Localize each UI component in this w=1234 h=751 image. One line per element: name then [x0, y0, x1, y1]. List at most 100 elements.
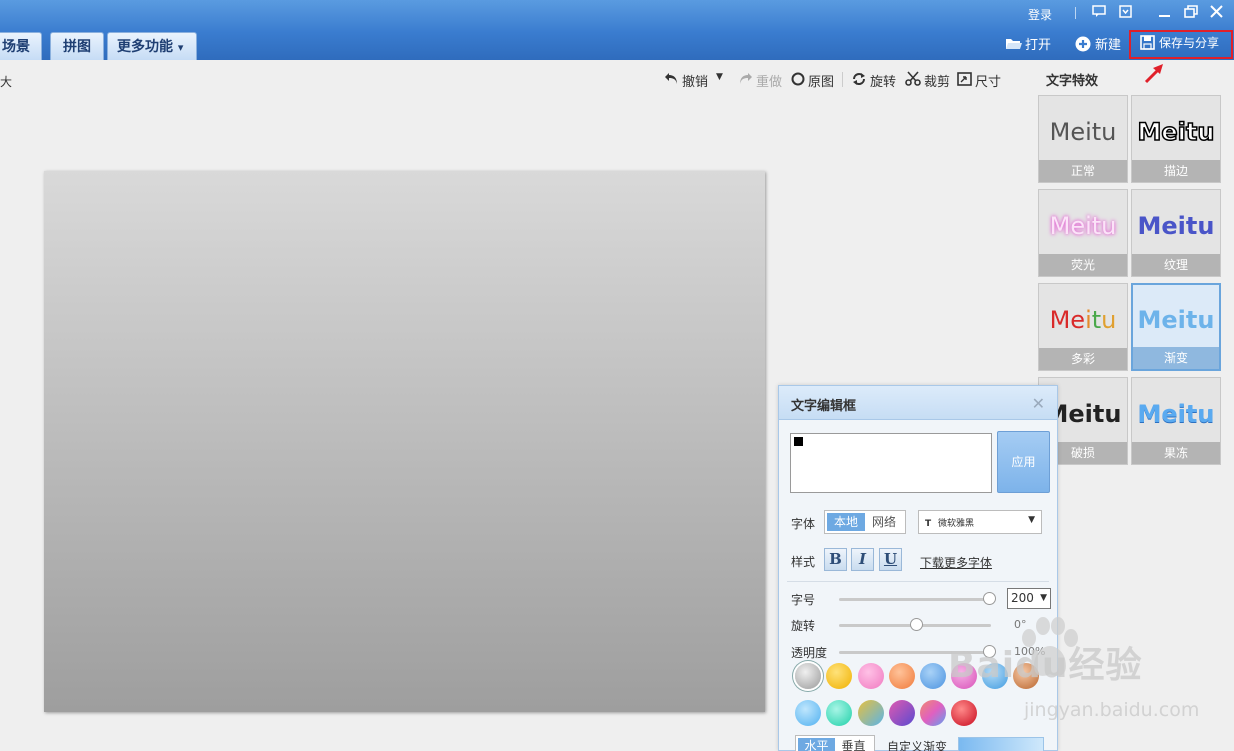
tab-more-features[interactable]: 更多功能 ▾: [107, 32, 197, 60]
effect-sample: Meitu: [1137, 117, 1215, 147]
effect-sample: Meitu: [1049, 212, 1117, 240]
effect-sample: Meitu: [1137, 306, 1215, 334]
color-swatch[interactable]: [795, 663, 821, 689]
size-label: 尺寸: [975, 75, 1002, 90]
open-button[interactable]: 打开: [1005, 34, 1051, 53]
rotate-slider-knob[interactable]: [910, 618, 923, 631]
highlight-box: [1129, 30, 1233, 59]
dialog-title: 文字编辑框: [791, 399, 857, 414]
undo-label: 撤销: [682, 75, 709, 90]
title-bar: 登录 场景 拼图 更多功能 ▾ 打开 新建 保存与分享: [0, 0, 1234, 60]
effect-label: 纹理: [1132, 254, 1220, 276]
effect-jelly[interactable]: Meitu 果冻: [1131, 377, 1221, 465]
folder-icon: [1005, 36, 1022, 52]
watermark-brand: Baidu经验: [948, 645, 1143, 686]
skin-icon[interactable]: [1116, 5, 1134, 21]
direction-vertical[interactable]: 垂直: [835, 738, 872, 751]
color-swatch[interactable]: [858, 700, 884, 726]
gradient-direction-toggle: 水平 垂直: [795, 735, 875, 751]
divider: [842, 72, 843, 87]
color-swatch[interactable]: [889, 663, 915, 689]
size-slider-knob[interactable]: [983, 592, 996, 605]
effect-colorful[interactable]: Meitu 多彩: [1038, 283, 1128, 371]
effect-sample: Meitu: [1049, 306, 1117, 334]
color-swatch[interactable]: [795, 700, 821, 726]
color-swatch[interactable]: [920, 663, 946, 689]
effect-label: 正常: [1039, 160, 1127, 182]
color-swatch[interactable]: [826, 663, 852, 689]
size-slider[interactable]: [839, 592, 996, 605]
effect-texture[interactable]: Meitu 纹理: [1131, 189, 1221, 277]
font-select[interactable]: T 微软雅黑 ▼: [918, 510, 1042, 534]
new-button[interactable]: 新建: [1075, 34, 1121, 53]
dialog-header[interactable]: 文字编辑框 ✕: [779, 386, 1057, 420]
color-swatch[interactable]: [920, 700, 946, 726]
effect-label: 果冻: [1132, 442, 1220, 464]
text-input[interactable]: [790, 433, 992, 493]
image-canvas[interactable]: [44, 171, 765, 712]
color-swatch[interactable]: [826, 700, 852, 726]
circle-icon: [791, 72, 805, 90]
rotate-icon: [851, 72, 867, 90]
zoom-label: 原大: [0, 75, 13, 89]
restore-icon[interactable]: [1182, 5, 1200, 21]
tab-label: 场景: [2, 39, 30, 55]
font-type-icon: T: [925, 519, 932, 529]
effect-normal[interactable]: Meitu 正常: [1038, 95, 1128, 183]
text-edit-dialog: 文字编辑框 ✕ 应用 字体 本地 网络 T 微软雅黑 ▼ 样式 B I U 下载…: [778, 385, 1058, 751]
color-swatch[interactable]: [951, 700, 977, 726]
chevron-down-icon: ▼: [1040, 593, 1047, 603]
watermark-url: jingyan.baidu.com: [1024, 699, 1200, 721]
color-swatch[interactable]: [889, 700, 915, 726]
close-icon[interactable]: ✕: [1032, 394, 1045, 413]
color-swatch[interactable]: [858, 663, 884, 689]
size-label: 字号: [791, 593, 816, 607]
underline-button[interactable]: U: [879, 548, 902, 571]
custom-gradient-bar[interactable]: [958, 737, 1044, 751]
original-button[interactable]: 原图: [791, 71, 834, 90]
plus-circle-icon: [1075, 36, 1091, 52]
resize-icon: [957, 71, 972, 90]
font-source-local[interactable]: 本地: [827, 513, 865, 531]
italic-button[interactable]: I: [851, 548, 874, 571]
tab-scene[interactable]: 场景: [0, 32, 42, 60]
effect-label: 荧光: [1039, 254, 1127, 276]
direction-horizontal[interactable]: 水平: [798, 738, 835, 751]
font-source-network[interactable]: 网络: [865, 513, 903, 531]
redo-button[interactable]: 重做: [738, 71, 782, 90]
undo-button[interactable]: 撤销: [664, 71, 708, 90]
text-cursor: [794, 437, 803, 446]
tab-label: 更多功能: [117, 39, 173, 55]
minimize-icon[interactable]: [1155, 5, 1173, 21]
tab-collage[interactable]: 拼图: [50, 32, 104, 60]
message-icon[interactable]: [1090, 5, 1108, 21]
effect-sample: Meitu: [1137, 400, 1215, 428]
rotate-slider[interactable]: [839, 618, 991, 631]
chevron-down-icon: ▼: [1028, 515, 1035, 525]
tab-label: 拼图: [63, 39, 91, 55]
effect-sample: Meitu: [1137, 212, 1215, 240]
size-select[interactable]: 200 ▼: [1007, 588, 1051, 609]
divider: [1075, 7, 1076, 19]
effects-title: 文字特效: [1046, 74, 1099, 89]
effect-stroke[interactable]: Meitu 描边: [1131, 95, 1221, 183]
effect-gradient[interactable]: Meitu 渐变: [1131, 283, 1221, 371]
rotate-button[interactable]: 旋转: [851, 71, 896, 90]
effect-sample: Meitu: [1049, 118, 1117, 146]
bold-button[interactable]: B: [824, 548, 847, 571]
size-button[interactable]: 尺寸: [957, 71, 1001, 90]
download-more-fonts-link[interactable]: 下载更多字体: [920, 554, 992, 571]
open-label: 打开: [1025, 38, 1052, 53]
custom-gradient-label: 自定义渐变: [887, 740, 948, 751]
crop-button[interactable]: 裁剪: [905, 71, 950, 90]
login-link[interactable]: 登录: [1028, 6, 1052, 23]
apply-button[interactable]: 应用: [997, 431, 1050, 493]
original-label: 原图: [808, 75, 835, 90]
close-icon[interactable]: [1207, 5, 1225, 21]
effect-glow[interactable]: Meitu 荧光: [1038, 189, 1128, 277]
undo-dropdown-icon[interactable]: ▼: [716, 72, 723, 82]
font-label: 字体: [791, 517, 816, 531]
new-label: 新建: [1095, 38, 1122, 53]
rotate-label: 旋转: [870, 75, 897, 90]
divider: [787, 581, 1049, 582]
